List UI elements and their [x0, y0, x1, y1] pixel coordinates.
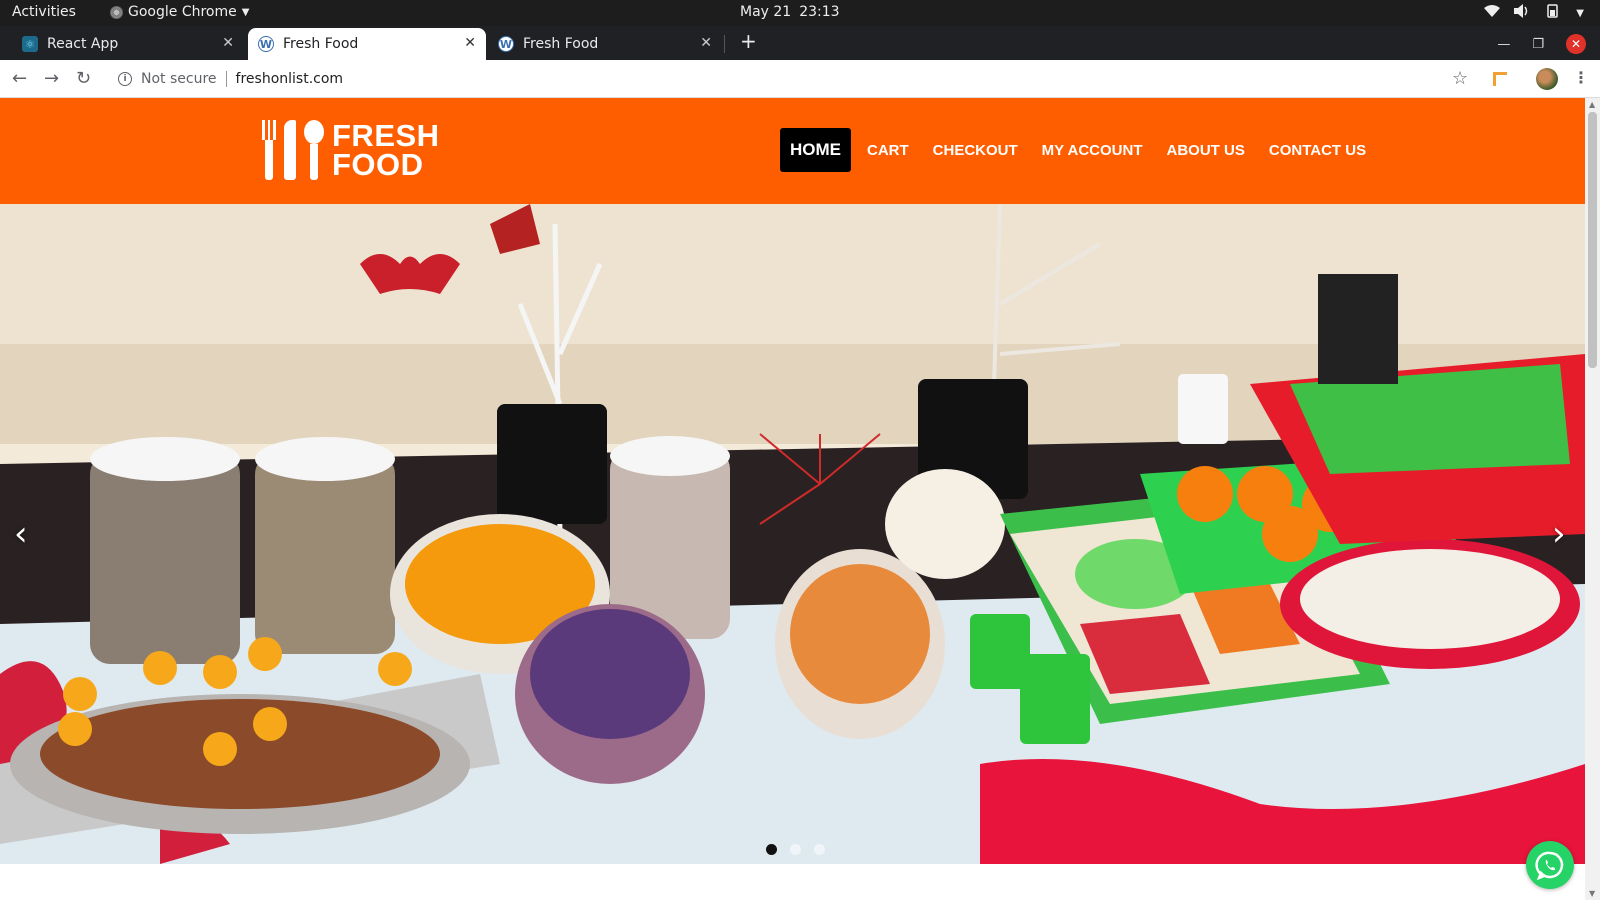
window-controls: — ❐ ✕ — [1497, 34, 1586, 54]
address-bar: ← → ↻ i Not secure freshonlist.com ☆ ⋮ — [0, 60, 1600, 98]
web-page: FRESH FOOD HOME CART CHECKOUT MY ACCOUNT… — [0, 98, 1585, 900]
page-scrollbar[interactable]: ▲ ▼ — [1585, 98, 1600, 900]
tab-title: React App — [47, 36, 119, 52]
app-menu-label: Google Chrome — [128, 4, 237, 20]
close-window-button[interactable]: ✕ — [1566, 34, 1586, 54]
tab-title: Fresh Food — [523, 36, 599, 52]
slider-pagination — [766, 844, 825, 855]
restore-icon[interactable]: ❐ — [1532, 37, 1544, 52]
scroll-up-icon[interactable]: ▲ — [1589, 100, 1595, 109]
wifi-icon — [1484, 5, 1501, 21]
security-label[interactable]: Not secure — [141, 71, 217, 87]
nav-contact-us[interactable]: CONTACT US — [1257, 129, 1378, 172]
nav-checkout[interactable]: CHECKOUT — [921, 129, 1030, 172]
nav-home[interactable]: HOME — [780, 128, 851, 172]
wordpress-icon: W — [498, 36, 514, 52]
logo-line-1: FRESH — [332, 118, 440, 153]
nav-about-us[interactable]: ABOUT US — [1155, 129, 1257, 172]
tab-strip: ⚛ React App ✕ W Fresh Food ✕ W Fresh Foo… — [0, 26, 1600, 60]
slider-next-arrow-icon[interactable]: › — [1552, 514, 1566, 554]
hero-slide-image — [0, 204, 1585, 864]
nav-my-account[interactable]: MY ACCOUNT — [1030, 129, 1155, 172]
wordpress-icon: W — [258, 36, 274, 52]
whatsapp-icon — [1535, 851, 1564, 880]
slider-dot-2[interactable] — [790, 844, 801, 855]
tab-react-app[interactable]: ⚛ React App ✕ — [12, 28, 244, 60]
chevron-down-icon: ▼ — [241, 6, 250, 18]
logo-wordmark: FRESH FOOD — [332, 118, 440, 182]
app-menu[interactable]: Google Chrome ▼ — [110, 4, 249, 20]
tab-separator — [724, 35, 725, 53]
activities-button[interactable]: Activities — [12, 4, 76, 20]
info-icon[interactable]: i — [118, 72, 132, 86]
react-icon: ⚛ — [22, 36, 38, 52]
slider-dot-1[interactable] — [766, 844, 777, 855]
new-tab-button[interactable]: + — [740, 31, 757, 51]
slider-dot-3[interactable] — [814, 844, 825, 855]
slider-prev-arrow-icon[interactable]: ‹ — [14, 514, 28, 554]
omnibox[interactable]: i Not secure freshonlist.com — [108, 65, 1480, 93]
tab-fresh-food-active[interactable]: W Fresh Food ✕ — [248, 28, 486, 60]
url-text[interactable]: freshonlist.com — [236, 71, 344, 87]
nav-cart[interactable]: CART — [855, 129, 921, 172]
profile-avatar[interactable] — [1536, 68, 1558, 90]
back-arrow-icon[interactable]: ← — [12, 68, 27, 89]
logo-line-2: FOOD — [332, 147, 424, 182]
tab-fresh-food[interactable]: W Fresh Food ✕ — [488, 28, 722, 60]
battery-icon — [1544, 4, 1562, 22]
system-tray[interactable]: ▼ — [1484, 4, 1584, 22]
close-tab-icon[interactable]: ✕ — [222, 35, 234, 51]
extension-icon[interactable] — [1493, 72, 1507, 86]
system-menu-chevron-icon: ▼ — [1576, 7, 1584, 19]
clock-date: May 21 — [740, 4, 792, 20]
hero-slider: ‹ › — [0, 204, 1585, 864]
clock[interactable]: May 21 23:13 — [740, 4, 840, 20]
whatsapp-chat-button[interactable] — [1526, 841, 1574, 889]
site-logo[interactable]: FRESH FOOD — [262, 120, 440, 180]
close-tab-icon[interactable]: ✕ — [700, 35, 712, 51]
site-header: FRESH FOOD HOME CART CHECKOUT MY ACCOUNT… — [0, 98, 1585, 204]
volume-icon — [1514, 4, 1530, 22]
main-navigation: HOME CART CHECKOUT MY ACCOUNT ABOUT US C… — [780, 128, 1378, 172]
clock-time: 23:13 — [799, 4, 840, 20]
scrollbar-thumb[interactable] — [1588, 112, 1597, 368]
minimize-icon[interactable]: — — [1497, 37, 1510, 52]
chrome-menu-icon[interactable]: ⋮ — [1573, 68, 1589, 87]
bookmark-star-icon[interactable]: ☆ — [1452, 68, 1468, 89]
tab-title: Fresh Food — [283, 36, 359, 52]
omnibox-divider — [225, 71, 227, 87]
reload-icon[interactable]: ↻ — [76, 68, 91, 89]
scroll-down-icon[interactable]: ▼ — [1589, 889, 1595, 898]
chrome-icon — [110, 5, 123, 19]
close-tab-icon[interactable]: ✕ — [464, 35, 476, 51]
forward-arrow-icon[interactable]: → — [44, 68, 59, 89]
utensils-icon — [262, 120, 324, 180]
os-top-bar: Activities Google Chrome ▼ May 21 23:13 … — [0, 0, 1600, 26]
